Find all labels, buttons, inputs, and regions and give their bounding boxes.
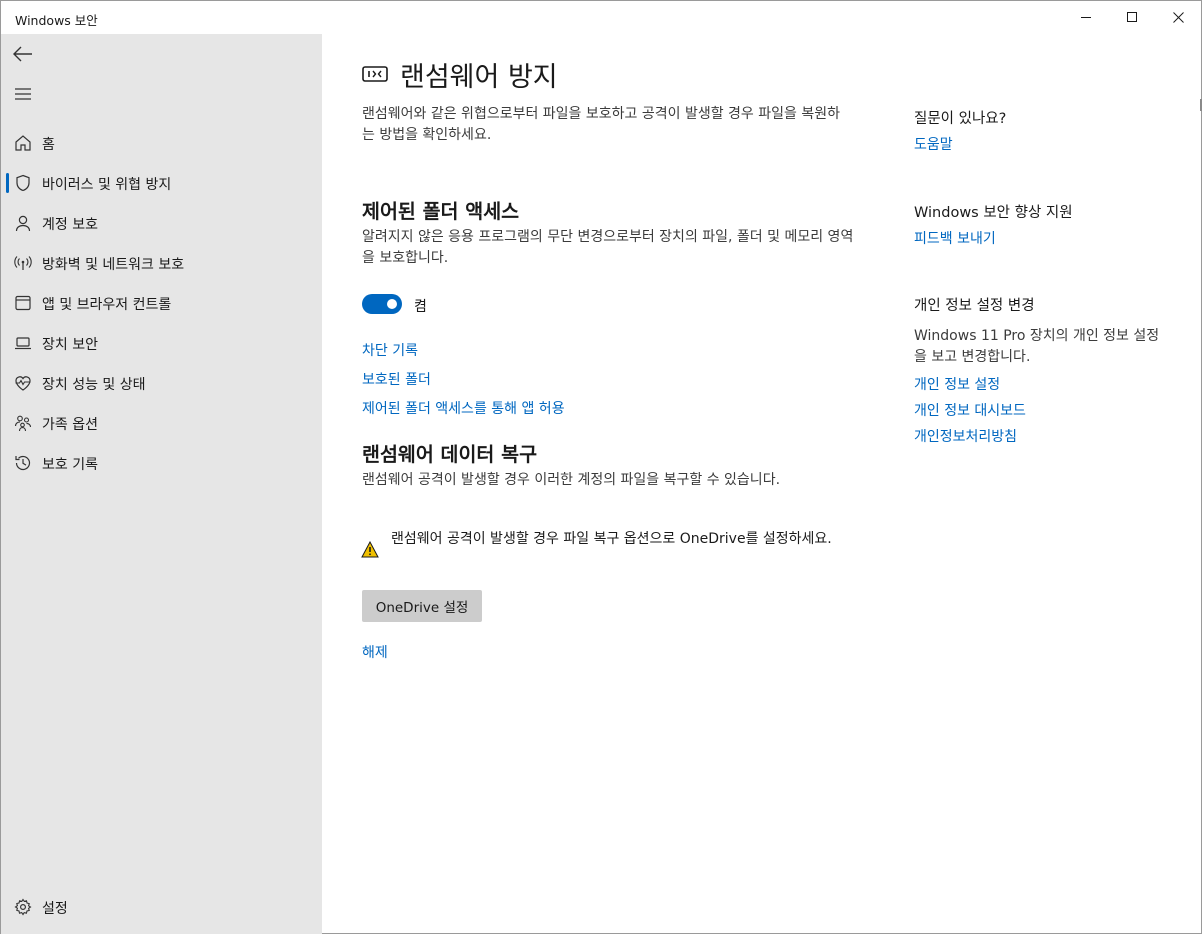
ransomware-icon — [362, 66, 388, 82]
sidebar-item-account-protection[interactable]: 계정 보호 — [1, 205, 322, 241]
home-icon — [13, 133, 33, 153]
improve-heading: Windows 보안 향상 지원 — [914, 205, 1073, 221]
sidebar-item-label: 앱 및 브라우저 컨트롤 — [42, 297, 172, 313]
sidebar-item-family-options[interactable]: 가족 옵션 — [1, 405, 322, 441]
sidebar-item-home[interactable]: 홈 — [1, 125, 322, 161]
sidebar-item-virus-protection[interactable]: 바이러스 및 위협 방지 — [1, 165, 322, 201]
gear-icon — [13, 897, 33, 917]
history-icon — [13, 453, 33, 473]
question-heading: 질문이 있나요? — [914, 111, 1007, 127]
minimize-icon — [1080, 17, 1091, 18]
feedback-link[interactable]: 피드백 보내기 — [914, 228, 996, 248]
sidebar: 홈 바이러스 및 위협 방지 계정 보호 방화벽 및 네트워크 보호 앱 및 브… — [1, 34, 322, 934]
selection-indicator — [6, 173, 9, 193]
sidebar-item-label: 장치 성능 및 상태 — [42, 377, 146, 393]
antenna-icon — [13, 253, 33, 273]
onedrive-setup-button[interactable]: OneDrive 설정 — [362, 590, 482, 622]
sidebar-item-label: 계정 보호 — [42, 217, 98, 233]
close-icon — [1172, 12, 1184, 23]
allow-app-link[interactable]: 제어된 폴더 액세스를 통해 앱 허용 — [362, 398, 565, 418]
window-title: Windows 보안 — [15, 13, 98, 28]
title-bar: Windows 보안 — [1, 1, 1201, 34]
sidebar-item-settings[interactable]: 설정 — [1, 889, 322, 925]
recovery-description: 랜섬웨어 공격이 발생할 경우 이러한 계정의 파일을 복구할 수 있습니다. — [362, 472, 781, 488]
cfa-toggle-label: 켬 — [414, 299, 427, 315]
sidebar-item-label: 장치 보안 — [42, 337, 98, 353]
privacy-heading: 개인 정보 설정 변경 — [914, 298, 1035, 314]
sidebar-item-device-performance[interactable]: 장치 성능 및 상태 — [1, 365, 322, 401]
browser-window-icon — [13, 293, 33, 313]
sidebar-item-label: 가족 옵션 — [42, 417, 98, 433]
privacy-settings-link[interactable]: 개인 정보 설정 — [914, 374, 1000, 394]
sidebar-item-app-browser-control[interactable]: 앱 및 브라우저 컨트롤 — [1, 285, 322, 321]
sidebar-item-firewall[interactable]: 방화벽 및 네트워크 보호 — [1, 245, 322, 281]
family-icon — [13, 413, 33, 433]
page-intro: 랜섬웨어와 같은 위협으로부터 파일을 보호하고 공격이 발생할 경우 파일을 … — [362, 106, 840, 143]
app-window: Windows 보안 홈 바이러스 및 위협 방지 계정 보호 방화벽 및 네트… — [0, 0, 1202, 934]
hamburger-icon — [15, 88, 31, 100]
back-arrow-icon — [13, 46, 32, 62]
privacy-statement-link[interactable]: 개인정보처리방침 — [914, 426, 1017, 446]
person-icon — [13, 213, 33, 233]
protected-folders-link[interactable]: 보호된 폴더 — [362, 369, 431, 389]
sidebar-item-device-security[interactable]: 장치 보안 — [1, 325, 322, 361]
heart-pulse-icon — [13, 373, 33, 393]
page-title: 랜섬웨어 방지 — [400, 61, 558, 93]
recovery-heading: 랜섬웨어 데이터 복구 — [362, 443, 538, 466]
sidebar-item-label: 보호 기록 — [42, 457, 98, 473]
menu-button[interactable] — [9, 80, 37, 108]
toggle-knob — [387, 299, 397, 309]
sidebar-item-label: 홈 — [42, 137, 55, 153]
maximize-icon — [1126, 12, 1137, 22]
laptop-icon — [13, 333, 33, 353]
sidebar-item-label: 바이러스 및 위협 방지 — [42, 177, 172, 193]
sidebar-item-label: 방화벽 및 네트워크 보호 — [42, 257, 185, 273]
maximize-button[interactable] — [1109, 1, 1155, 34]
privacy-description: Windows 11 Pro 장치의 개인 정보 설정을 보고 변경합니다. — [914, 328, 1160, 365]
warning-icon — [361, 541, 379, 558]
cfa-description: 알려지지 않은 응용 프로그램의 무단 변경으로부터 장치의 파일, 폴더 및 … — [362, 229, 854, 266]
page-header: 랜섬웨어 방지 — [362, 56, 558, 93]
back-button[interactable] — [9, 40, 37, 68]
privacy-dashboard-link[interactable]: 개인 정보 대시보드 — [914, 400, 1026, 420]
close-button[interactable] — [1155, 1, 1201, 34]
help-link[interactable]: 도움말 — [914, 134, 953, 154]
dismiss-link[interactable]: 해제 — [362, 642, 388, 662]
onedrive-warning: 랜섬웨어 공격이 발생할 경우 파일 복구 옵션으로 OneDrive를 설정하… — [391, 531, 832, 547]
shield-icon — [13, 173, 33, 193]
main-content: 랜섬웨어 방지 랜섬웨어와 같은 위협으로부터 파일을 보호하고 공격이 발생할… — [322, 34, 1202, 934]
block-history-link[interactable]: 차단 기록 — [362, 340, 418, 360]
cfa-toggle[interactable] — [362, 294, 402, 314]
minimize-button[interactable] — [1063, 1, 1109, 34]
sidebar-item-protection-history[interactable]: 보호 기록 — [1, 445, 322, 481]
sidebar-item-label: 설정 — [42, 901, 68, 917]
cfa-heading: 제어된 폴더 액세스 — [362, 200, 520, 223]
